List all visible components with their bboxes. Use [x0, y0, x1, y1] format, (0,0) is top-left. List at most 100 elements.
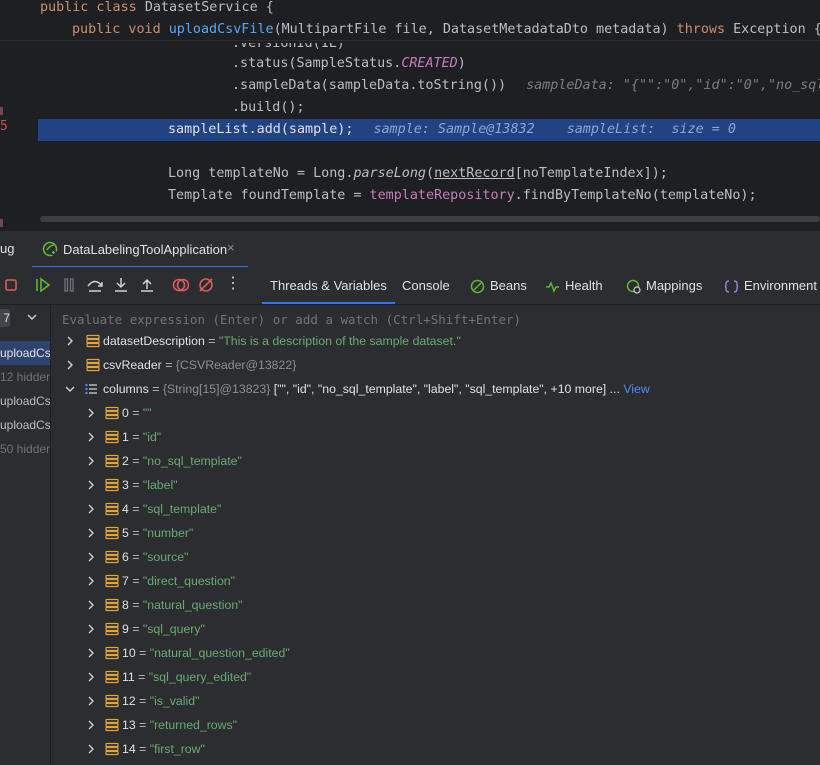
array-element-row[interactable]: 12 = "is_valid"	[51, 689, 820, 713]
chevron-right-icon[interactable]	[85, 593, 97, 617]
stop-icon[interactable]	[2, 276, 20, 294]
array-index: 8	[122, 598, 129, 612]
chevron-right-icon[interactable]	[85, 689, 97, 713]
chevron-right-icon[interactable]	[85, 521, 97, 545]
frame-item[interactable]: uploadCs	[0, 341, 50, 365]
variable-row[interactable]: csvReader = {CSVReader@13822}	[51, 353, 820, 377]
gutter-line-number: 5	[0, 119, 8, 134]
tab-environment[interactable]: Environment	[724, 267, 817, 304]
array-element-row[interactable]: 13 = "returned_rows"	[51, 713, 820, 737]
array-index: 7	[122, 574, 129, 588]
array-value: "natural_question"	[142, 598, 243, 612]
tab-beans[interactable]: Beans	[470, 267, 527, 304]
array-element-row[interactable]: 10 = "natural_question_edited"	[51, 641, 820, 665]
step-over-icon[interactable]	[86, 276, 104, 294]
field-icon	[105, 694, 119, 708]
code-line[interactable]: Long templateNo = Long.parseLong(nextRec…	[0, 163, 820, 185]
field-icon	[105, 550, 119, 564]
code-line[interactable]: .build();	[0, 97, 820, 119]
hidden-frames-item[interactable]: 12 hidder	[0, 365, 50, 389]
array-element-row[interactable]: 4 = "sql_template"	[51, 497, 820, 521]
code-line[interactable]: .sampleData(sampleData.toString()) sample…	[0, 75, 820, 97]
thread-filter-icon[interactable]: 7	[0, 309, 10, 327]
array-index: 0	[122, 406, 129, 420]
pause-icon[interactable]	[60, 276, 78, 294]
more-actions-icon[interactable]: ⋮	[225, 273, 243, 292]
variable-row[interactable]: columns = {String[15]@13823} ["", "id", …	[51, 377, 820, 401]
array-element-row[interactable]: 9 = "sql_query"	[51, 617, 820, 641]
chevron-right-icon[interactable]	[85, 497, 97, 521]
view-link[interactable]: View	[623, 382, 649, 396]
array-index: 11	[122, 670, 135, 684]
chevron-right-icon[interactable]	[64, 329, 76, 353]
step-out-icon[interactable]	[138, 276, 156, 294]
hidden-frames-item[interactable]: 50 hidder	[0, 437, 50, 461]
array-value: "number"	[142, 526, 194, 540]
frame-item[interactable]: uploadCs	[0, 413, 50, 437]
mute-breakpoints-icon[interactable]	[197, 276, 215, 294]
field-icon	[105, 430, 119, 444]
array-value: "no_sql_template"	[142, 454, 242, 468]
health-icon	[546, 281, 559, 293]
array-index: 6	[122, 550, 129, 564]
tab-mappings[interactable]: Mappings	[626, 267, 702, 304]
chevron-right-icon[interactable]	[85, 737, 97, 761]
array-element-row[interactable]: 0 = ""	[51, 401, 820, 425]
chevron-right-icon[interactable]	[85, 473, 97, 497]
chevron-right-icon[interactable]	[85, 713, 97, 737]
chevron-right-icon[interactable]	[85, 641, 97, 665]
debug-session-tab[interactable]: DataLabelingToolApplication ×	[30, 231, 248, 268]
array-element-row[interactable]: 11 = "sql_query_edited"	[51, 665, 820, 689]
gutter-marker	[0, 219, 3, 227]
chevron-right-icon[interactable]	[85, 545, 97, 569]
code-line[interactable]: public void uploadCsvFile(MultipartFile …	[0, 19, 820, 41]
chevron-right-icon[interactable]	[85, 425, 97, 449]
chevron-right-icon[interactable]	[85, 617, 97, 641]
inline-debug-hint: sampleList: size = 0	[566, 122, 736, 137]
array-value: "is_valid"	[149, 694, 200, 708]
array-value: "natural_question_edited"	[149, 646, 290, 660]
code-line[interactable]: public class DatasetService {	[0, 0, 820, 19]
tab-console[interactable]: Console	[402, 267, 450, 304]
chevron-right-icon[interactable]	[85, 569, 97, 593]
chevron-right-icon[interactable]	[85, 665, 97, 689]
field-icon	[105, 646, 119, 660]
code-line[interactable]: Template foundTemplate = templateReposit…	[0, 185, 820, 207]
array-index: 3	[122, 478, 129, 492]
field-icon	[105, 742, 119, 756]
horizontal-scrollbar[interactable]	[40, 216, 820, 222]
array-element-row[interactable]: 5 = "number"	[51, 521, 820, 545]
code-line[interactable]: .status(SampleStatus.CREATED)	[0, 53, 820, 75]
step-into-icon[interactable]	[112, 276, 130, 294]
chevron-right-icon[interactable]	[85, 401, 97, 425]
chevron-right-icon[interactable]	[85, 449, 97, 473]
code-editor[interactable]: 5 public class DatasetService { public v…	[0, 0, 820, 230]
array-element-row[interactable]: 7 = "direct_question"	[51, 569, 820, 593]
field-icon	[105, 598, 119, 612]
field-icon	[86, 358, 100, 372]
variable-name: datasetDescription	[103, 334, 205, 348]
environment-icon	[724, 280, 739, 293]
chevron-right-icon[interactable]	[64, 353, 76, 377]
array-element-row[interactable]: 1 = "id"	[51, 425, 820, 449]
debug-tool-window-header: ug DataLabelingToolApplication ×	[0, 230, 820, 268]
inline-debug-hint: sample: Sample@13832	[373, 122, 535, 137]
array-value: "returned_rows"	[149, 718, 238, 732]
view-breakpoints-icon[interactable]	[171, 276, 189, 294]
array-element-row[interactable]: 8 = "natural_question"	[51, 593, 820, 617]
array-element-row[interactable]: 2 = "no_sql_template"	[51, 449, 820, 473]
array-element-row[interactable]: 6 = "source"	[51, 545, 820, 569]
array-element-row[interactable]: 3 = "label"	[51, 473, 820, 497]
close-icon[interactable]: ×	[227, 240, 235, 255]
array-element-row[interactable]: 14 = "first_row"	[51, 737, 820, 761]
variables-panel: datasetDescription = "This is a descript…	[51, 305, 820, 765]
chevron-down-icon[interactable]	[26, 311, 38, 323]
current-execution-line[interactable]: sampleList.add(sample); sample: Sample@13…	[38, 119, 820, 141]
field-icon	[105, 406, 119, 420]
frame-item[interactable]: uploadCs	[0, 389, 50, 413]
chevron-down-icon[interactable]	[64, 377, 76, 401]
tab-health[interactable]: Health	[545, 267, 603, 304]
variable-row[interactable]: datasetDescription = "This is a descript…	[51, 329, 820, 353]
resume-icon[interactable]	[34, 276, 52, 294]
tab-threads-variables[interactable]: Threads & Variables	[262, 267, 395, 304]
